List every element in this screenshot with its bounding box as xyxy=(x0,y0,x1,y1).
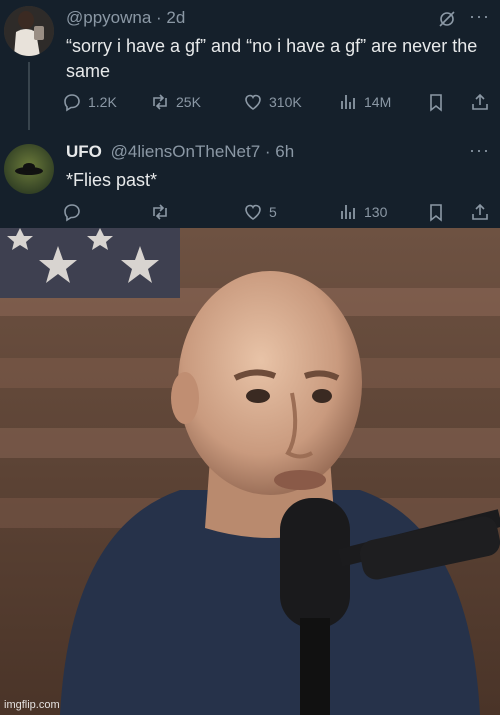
share-button[interactable] xyxy=(470,202,496,222)
timestamp[interactable]: · 2d xyxy=(156,8,185,27)
retweet-count: 25K xyxy=(176,94,201,110)
views-button[interactable]: 14M xyxy=(338,92,391,112)
retweet-button[interactable] xyxy=(150,202,176,222)
user-handle[interactable]: @ppyowna xyxy=(66,8,151,27)
tweet-reply[interactable]: UFO @4liensOnTheNet7 · 6h ··· *Flies pas… xyxy=(0,130,500,228)
avatar[interactable] xyxy=(4,144,54,194)
views-count: 14M xyxy=(364,94,392,110)
like-button[interactable]: 5 xyxy=(243,202,277,222)
podcast-host-image xyxy=(0,228,500,715)
like-button[interactable]: 310K xyxy=(243,92,302,112)
bookmark-icon xyxy=(430,94,442,112)
bookmark-icon xyxy=(430,204,442,222)
views-count: 130 xyxy=(364,204,388,220)
thread-line xyxy=(28,62,30,130)
share-icon xyxy=(472,93,488,110)
tweet-header: UFO @4liensOnTheNet7 · 6h xyxy=(66,142,294,162)
views-icon xyxy=(341,95,355,109)
views-button[interactable]: 130 xyxy=(338,202,387,222)
meme-photo: imgflip.com xyxy=(0,228,500,715)
retweet-icon xyxy=(153,204,167,220)
tweet-original[interactable]: @ppyowna · 2d ··· “sorry i have a gf” an… xyxy=(0,0,500,130)
reply-icon xyxy=(64,94,80,112)
tweet-actions: 5 130 xyxy=(62,202,492,226)
grok-icon[interactable] xyxy=(438,10,456,33)
user-handle[interactable]: @4liensOnTheNet7 xyxy=(111,142,261,161)
like-count: 310K xyxy=(269,94,302,110)
bookmark-button[interactable] xyxy=(426,92,452,112)
watermark: imgflip.com xyxy=(4,699,60,711)
display-name[interactable]: UFO xyxy=(66,142,102,161)
tweet-text: “sorry i have a gf” and “no i have a gf”… xyxy=(66,36,478,81)
avatar[interactable] xyxy=(4,6,54,56)
more-icon[interactable]: ··· xyxy=(469,6,490,27)
like-count: 5 xyxy=(269,204,277,220)
timestamp[interactable]: · 6h xyxy=(265,142,294,161)
share-button[interactable] xyxy=(470,92,496,112)
more-icon[interactable]: ··· xyxy=(469,140,490,161)
share-icon xyxy=(472,203,488,220)
bookmark-button[interactable] xyxy=(426,202,452,222)
tweet-header: @ppyowna · 2d xyxy=(66,8,185,28)
retweet-button[interactable]: 25K xyxy=(150,92,201,112)
reply-icon xyxy=(64,204,80,222)
retweet-icon xyxy=(153,94,167,110)
reply-button[interactable] xyxy=(62,202,88,222)
views-icon xyxy=(341,205,355,219)
tweet-text: *Flies past* xyxy=(66,170,158,190)
like-icon xyxy=(245,94,261,110)
tweet-actions: 1.2K 25K 310K 14M xyxy=(62,92,492,116)
reply-count: 1.2K xyxy=(88,94,117,110)
like-icon xyxy=(245,204,261,220)
reply-button[interactable]: 1.2K xyxy=(62,92,117,112)
